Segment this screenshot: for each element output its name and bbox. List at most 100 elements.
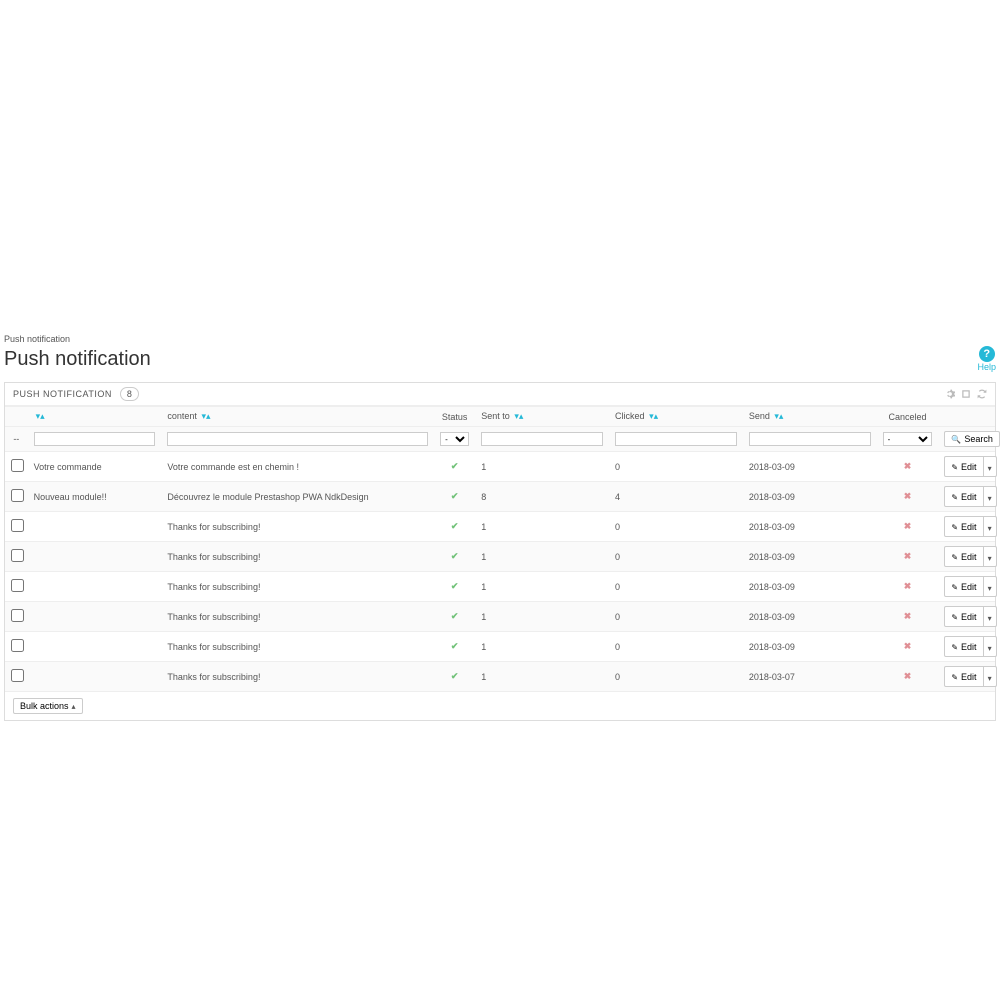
caret-down-icon	[988, 459, 992, 474]
row-checkbox[interactable]	[11, 459, 24, 472]
row-actions-dropdown[interactable]	[984, 636, 997, 657]
status-check-icon: ✔	[451, 641, 459, 651]
table-row: Thanks for subscribing!✔102018-03-07✖ Ed…	[5, 662, 995, 692]
row-send: 2018-03-09	[743, 572, 877, 602]
panel-title: PUSH NOTIFICATION	[13, 389, 112, 399]
sort-title[interactable]: ▾▴	[34, 411, 45, 421]
search-icon	[951, 434, 961, 444]
canceled-cross-icon: ✖	[904, 581, 912, 591]
row-checkbox[interactable]	[11, 609, 24, 622]
sort-sentto[interactable]: ▾▴	[512, 411, 523, 421]
caret-down-icon	[988, 489, 992, 504]
sort-send[interactable]: ▾▴	[772, 411, 783, 421]
row-actions-dropdown[interactable]	[984, 456, 997, 477]
page-title: Push notification	[4, 348, 151, 371]
table-row: Thanks for subscribing!✔102018-03-09✖ Ed…	[5, 632, 995, 662]
edit-button[interactable]: Edit	[944, 606, 983, 627]
edit-button[interactable]: Edit	[944, 456, 983, 477]
row-send: 2018-03-09	[743, 602, 877, 632]
edit-button[interactable]: Edit	[944, 666, 983, 687]
settings-icon[interactable]	[945, 389, 955, 399]
row-title: Votre commande	[28, 452, 162, 482]
row-clicked: 0	[609, 572, 743, 602]
status-check-icon: ✔	[451, 671, 459, 681]
table-row: Thanks for subscribing!✔102018-03-09✖ Ed…	[5, 602, 995, 632]
filter-title-input[interactable]	[34, 432, 156, 446]
row-checkbox[interactable]	[11, 489, 24, 502]
filter-content-input[interactable]	[167, 432, 428, 446]
row-checkbox[interactable]	[11, 669, 24, 682]
notifications-panel: PUSH NOTIFICATION 8 ▾▴ content ▾▴ Status…	[4, 382, 996, 721]
bulk-actions-button[interactable]: Bulk actions	[13, 698, 83, 714]
row-title	[28, 512, 162, 542]
col-clicked-label: Clicked	[615, 411, 645, 421]
caret-down-icon	[988, 579, 992, 594]
search-button[interactable]: Search	[944, 431, 1000, 447]
row-actions-dropdown[interactable]	[984, 546, 997, 567]
edit-button[interactable]: Edit	[944, 636, 983, 657]
row-actions-dropdown[interactable]	[984, 576, 997, 597]
row-clicked: 0	[609, 542, 743, 572]
row-actions-dropdown[interactable]	[984, 606, 997, 627]
status-check-icon: ✔	[451, 491, 459, 501]
filter-clicked-input[interactable]	[615, 432, 737, 446]
row-send: 2018-03-09	[743, 482, 877, 512]
notifications-table: ▾▴ content ▾▴ Status Sent to ▾▴ Clicked …	[5, 406, 995, 691]
row-sentto: 1	[475, 602, 609, 632]
row-checkbox[interactable]	[11, 639, 24, 652]
row-actions-dropdown[interactable]	[984, 666, 997, 687]
table-row: Votre commandeVotre commande est en chem…	[5, 452, 995, 482]
caret-down-icon	[988, 669, 992, 684]
row-content: Découvrez le module Prestashop PWA NdkDe…	[161, 482, 434, 512]
help-label: Help	[977, 362, 996, 372]
filter-status-select[interactable]: -	[440, 432, 469, 446]
col-content-label: content	[167, 411, 197, 421]
canceled-cross-icon: ✖	[904, 521, 912, 531]
table-row: Nouveau module!!Découvrez le module Pres…	[5, 482, 995, 512]
row-checkbox[interactable]	[11, 549, 24, 562]
row-content: Thanks for subscribing!	[161, 572, 434, 602]
row-send: 2018-03-09	[743, 452, 877, 482]
header-row: ▾▴ content ▾▴ Status Sent to ▾▴ Clicked …	[5, 407, 995, 427]
row-title: Nouveau module!!	[28, 482, 162, 512]
row-checkbox[interactable]	[11, 519, 24, 532]
row-sentto: 1	[475, 542, 609, 572]
row-content: Thanks for subscribing!	[161, 512, 434, 542]
row-sentto: 1	[475, 662, 609, 692]
refresh-icon[interactable]	[977, 389, 987, 399]
pencil-icon	[951, 642, 958, 652]
row-sentto: 1	[475, 452, 609, 482]
caret-down-icon	[988, 609, 992, 624]
row-sentto: 8	[475, 482, 609, 512]
edit-button[interactable]: Edit	[944, 546, 983, 567]
help-button[interactable]: ? Help	[977, 346, 996, 372]
col-send-label: Send	[749, 411, 770, 421]
filter-sentto-input[interactable]	[481, 432, 603, 446]
filter-canceled-select[interactable]: -	[883, 432, 933, 446]
sort-content[interactable]: ▾▴	[199, 411, 210, 421]
row-title	[28, 602, 162, 632]
col-canceled-label: Canceled	[888, 412, 926, 422]
row-actions-dropdown[interactable]	[984, 486, 997, 507]
caret-up-icon	[72, 701, 76, 711]
edit-button[interactable]: Edit	[944, 516, 983, 537]
caret-down-icon	[988, 519, 992, 534]
row-send: 2018-03-09	[743, 632, 877, 662]
row-send: 2018-03-07	[743, 662, 877, 692]
filter-send-input[interactable]	[749, 432, 871, 446]
sort-clicked[interactable]: ▾▴	[647, 411, 658, 421]
row-content: Thanks for subscribing!	[161, 542, 434, 572]
status-check-icon: ✔	[451, 521, 459, 531]
row-send: 2018-03-09	[743, 542, 877, 572]
row-clicked: 0	[609, 662, 743, 692]
row-checkbox[interactable]	[11, 579, 24, 592]
row-actions-dropdown[interactable]	[984, 516, 997, 537]
filter-sort-indicator: --	[13, 434, 19, 444]
col-sentto-label: Sent to	[481, 411, 510, 421]
canceled-cross-icon: ✖	[904, 491, 912, 501]
edit-button[interactable]: Edit	[944, 486, 983, 507]
caret-down-icon	[988, 639, 992, 654]
export-icon[interactable]	[961, 389, 971, 399]
pencil-icon	[951, 462, 958, 472]
edit-button[interactable]: Edit	[944, 576, 983, 597]
